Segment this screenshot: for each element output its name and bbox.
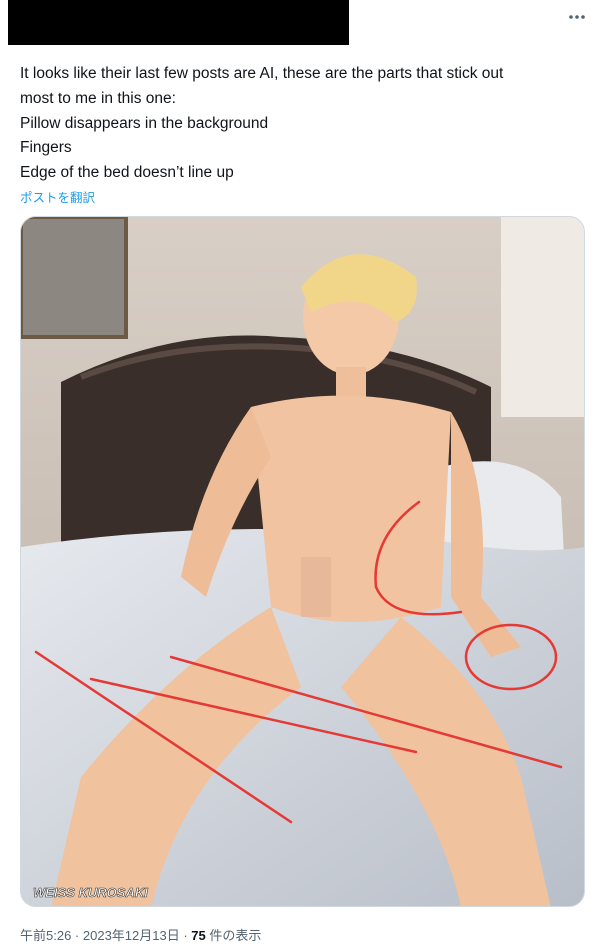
redacted-author-name [8, 0, 349, 45]
post-date[interactable]: 2023年12月13日 [83, 928, 180, 943]
post-time[interactable]: 午前5:26 [20, 928, 71, 943]
tweet-media-image[interactable]: WEISS KUROSAKI [20, 216, 585, 907]
views-count: 75 [191, 928, 206, 943]
tweet-line: Edge of the bed doesn’t line up [20, 164, 234, 182]
tweet-line: Fingers [20, 139, 72, 157]
mosaic-censor [301, 557, 331, 617]
more-options-button[interactable] [560, 6, 594, 28]
tweet-meta: 午前5:26 · 2023年12月13日 · 75 件の表示 [20, 925, 261, 944]
window-frame [501, 217, 584, 417]
translate-post-link[interactable]: ポストを翻訳 [20, 187, 95, 206]
separator: · [179, 928, 192, 943]
painting [21, 217, 128, 339]
separator: · [71, 928, 83, 943]
tweet-line: most to me in this one: [20, 89, 176, 107]
tweet-text: It looks like their last few posts are A… [20, 62, 580, 186]
media-illustration: WEISS KUROSAKI [21, 217, 584, 906]
more-horizontal-icon [569, 15, 585, 19]
tweet-line: Pillow disappears in the background [20, 114, 269, 132]
views-label: 件の表示 [205, 928, 262, 943]
image-watermark: WEISS KUROSAKI [33, 885, 148, 900]
tweet-line: It looks like their last few posts are A… [20, 65, 504, 82]
